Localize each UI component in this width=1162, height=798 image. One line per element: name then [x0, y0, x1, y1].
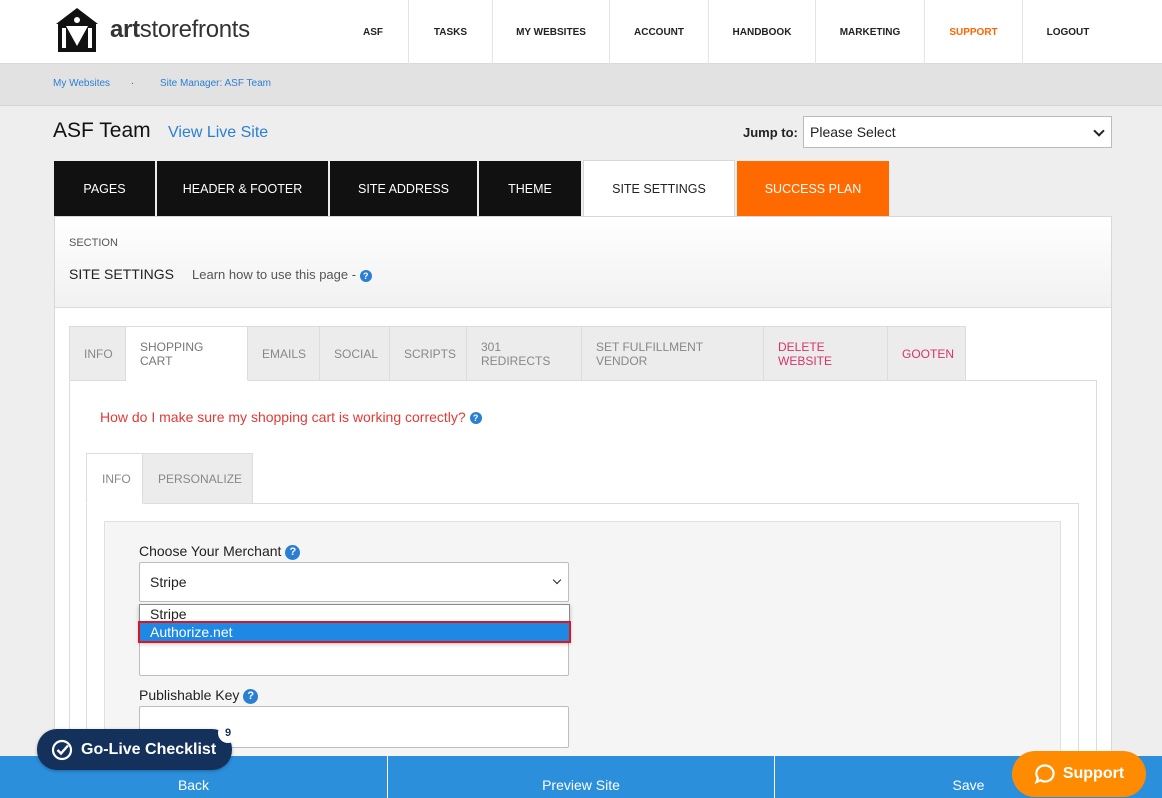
tab-header-footer[interactable]: HEADER & FOOTER — [157, 161, 328, 216]
cart-help-text: How do I make sure my shopping cart is w… — [100, 409, 466, 425]
inner-tab-bar: INFO PERSONALIZE — [86, 453, 253, 504]
go-live-label: Go-Live Checklist — [81, 740, 217, 758]
merchant-option-stripe[interactable]: Stripe — [140, 605, 569, 623]
merchant-label-text: Choose Your Merchant — [139, 543, 282, 559]
merchant-label: Choose Your Merchant ? — [139, 543, 301, 560]
go-live-checklist-button[interactable]: Go-Live Checklist — [37, 729, 232, 770]
tab-theme[interactable]: THEME — [479, 161, 581, 216]
top-nav: ASF TASKS MY WEBSITES ACCOUNT HANDBOOK M… — [338, 0, 1113, 64]
subtab-emails[interactable]: EMAILS — [248, 326, 320, 381]
nav-marketing[interactable]: MARKETING — [816, 0, 925, 64]
help-icon[interactable]: ? — [285, 544, 301, 560]
jump-to-label: Jump to: — [743, 125, 798, 140]
subtab-scripts[interactable]: SCRIPTS — [390, 326, 467, 381]
tab-success-plan[interactable]: SUCCESS PLAN — [737, 161, 889, 216]
merchant-select[interactable]: Stripe — [139, 562, 569, 602]
subtab-info[interactable]: INFO — [69, 326, 126, 381]
nav-my-websites[interactable]: MY WEBSITES — [493, 0, 610, 64]
subtab-fulfillment-vendor[interactable]: SET FULFILLMENT VENDOR — [582, 326, 764, 381]
merchant-select-value: Stripe — [150, 574, 187, 590]
chevron-down-icon — [552, 575, 562, 585]
help-icon[interactable]: ? — [243, 688, 259, 704]
subtab-shopping-cart[interactable]: SHOPPING CART — [126, 326, 248, 381]
inner-tab-personalize[interactable]: PERSONALIZE — [143, 453, 253, 504]
breadcrumb-my-websites[interactable]: My Websites — [53, 78, 110, 89]
learn-text: Learn how to use this page - — [192, 267, 357, 282]
section-header: SECTION SITE SETTINGS Learn how to use t… — [55, 217, 1111, 308]
nav-handbook[interactable]: HANDBOOK — [709, 0, 816, 64]
brand-name: artstorefronts — [110, 16, 250, 43]
nav-logout[interactable]: LOGOUT — [1023, 0, 1113, 64]
jump-to-value: Please Select — [810, 124, 896, 140]
chat-bubble-icon — [1034, 764, 1055, 785]
chevron-down-icon — [1093, 125, 1105, 137]
cart-help-link[interactable]: How do I make sure my shopping cart is w… — [100, 409, 482, 425]
subtab-gooten[interactable]: GOOTEN — [888, 326, 966, 381]
support-label: Support — [1062, 765, 1125, 782]
merchant-extra-field[interactable] — [139, 640, 569, 676]
section-title: SITE SETTINGS — [69, 266, 175, 282]
subtab-301-redirects[interactable]: 301 REDIRECTS — [467, 326, 582, 381]
breadcrumb-site-manager[interactable]: Site Manager: ASF Team — [160, 78, 271, 89]
subtab-social[interactable]: SOCIAL — [320, 326, 390, 381]
tab-site-settings[interactable]: SITE SETTINGS — [583, 160, 735, 217]
inner-tab-info[interactable]: INFO — [86, 453, 143, 504]
nav-tasks[interactable]: TASKS — [409, 0, 493, 64]
publishable-key-label: Publishable Key ? — [139, 687, 259, 704]
breadcrumb: My Websites . Site Manager: ASF Team — [0, 64, 1162, 106]
help-icon[interactable]: ? — [469, 412, 482, 425]
top-header: artstorefronts ASF TASKS MY WEBSITES ACC… — [0, 0, 1162, 64]
nav-asf[interactable]: ASF — [338, 0, 409, 64]
help-icon[interactable]: ? — [359, 269, 372, 282]
view-live-site-link[interactable]: View Live Site — [168, 124, 268, 142]
logo[interactable]: artstorefronts — [52, 6, 250, 54]
support-chat-button[interactable]: Support — [1012, 751, 1146, 797]
tab-pages[interactable]: PAGES — [54, 161, 155, 216]
publishable-key-text: Publishable Key — [139, 687, 240, 703]
nav-account[interactable]: ACCOUNT — [610, 0, 709, 64]
tab-site-address[interactable]: SITE ADDRESS — [330, 161, 477, 216]
merchant-dropdown-list: Stripe Authorize.net — [138, 604, 571, 643]
nav-support[interactable]: SUPPORT — [925, 0, 1023, 64]
breadcrumb-separator: . — [131, 76, 134, 87]
preview-site-button[interactable]: Preview Site — [388, 756, 775, 798]
learn-link[interactable]: Learn how to use this page - ? — [192, 267, 372, 282]
page-title: ASF Team — [53, 119, 151, 142]
storefront-logo-icon — [56, 8, 98, 52]
section-caption: SECTION — [69, 237, 118, 249]
jump-to-select[interactable]: Please Select — [803, 116, 1112, 148]
merchant-option-authorize-net[interactable]: Authorize.net — [138, 621, 571, 643]
subtab-delete-website[interactable]: DELETE WEBSITE — [764, 326, 888, 381]
check-circle-icon — [51, 739, 73, 760]
checklist-count-badge: 9 — [218, 723, 238, 743]
subtab-bar: INFO SHOPPING CART EMAILS SOCIAL SCRIPTS… — [69, 326, 966, 381]
